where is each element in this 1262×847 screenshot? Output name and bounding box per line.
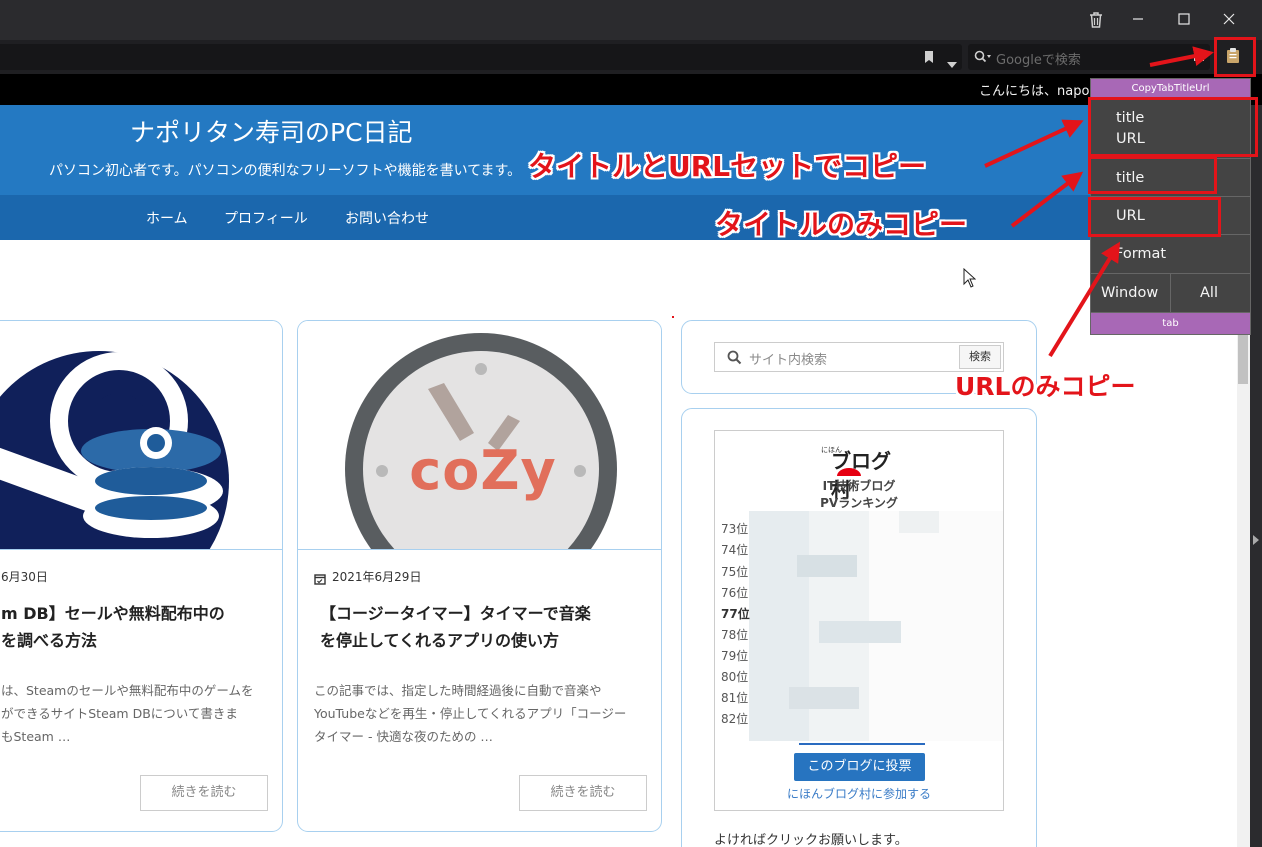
post-excerpt-line: タイマー - 快適な夜のための … [314, 729, 493, 744]
browser-search-box[interactable]: Googleで検索 [968, 44, 1210, 70]
copy-format-option[interactable]: Format [1091, 235, 1250, 274]
rank-label: 73位 [721, 522, 749, 536]
greeting-text: こんにちは、napor [979, 84, 1095, 99]
annotation-title-only: タイトルのみコピー [715, 208, 968, 241]
calendar-icon [314, 570, 326, 589]
widget-title: IT技術ブログ [822, 479, 896, 493]
copy-window-option[interactable]: Window [1091, 274, 1171, 313]
trash-icon[interactable] [1084, 8, 1108, 32]
post-title-line: を調べる方法 [1, 631, 98, 650]
post-excerpt-line: この記事では、指定した時間経過後に自動で音楽や [314, 683, 602, 698]
post-title-line: を停止してくれるアプリの使い方 [320, 631, 560, 650]
dropdown-arrow-icon[interactable] [947, 53, 957, 72]
option-label: Window [1101, 285, 1159, 301]
nav-home[interactable]: ホーム [146, 208, 188, 228]
option-label: All [1200, 285, 1218, 301]
post-thumbnail[interactable]: coZy [298, 321, 661, 550]
widget-subtitle: PVランキング [820, 496, 898, 510]
rank-label: 81位 [721, 691, 749, 705]
rank-label: 74位 [721, 543, 749, 557]
site-title[interactable]: ナポリタン寿司のPC日記 [130, 113, 413, 149]
post-thumbnail[interactable] [0, 321, 282, 550]
rank-label: 82位 [721, 712, 749, 726]
post-title[interactable]: 【コージータイマー】タイマーで音楽 を停止してくれるアプリの使い方 [320, 600, 591, 654]
browser-titlebar [0, 0, 1262, 40]
highlight-extension-icon [1214, 37, 1256, 77]
nav-contact[interactable]: お問い合わせ [345, 208, 429, 228]
post-excerpt-line: YouTubeなどを再生・停止してくれるアプリ「コージー [314, 706, 627, 721]
post-date: 2021年6月29日 [332, 570, 422, 584]
popup-footer: tab [1091, 313, 1250, 334]
steam-logo-image [0, 321, 282, 549]
extension-puzzle-icon[interactable] [1192, 48, 1206, 67]
sidebar-edge [1250, 105, 1262, 847]
post-excerpt-line: もSteam … [1, 729, 71, 744]
post-date: 6月30日 [1, 570, 48, 584]
highlight-title-only [1088, 156, 1217, 194]
mouse-cursor-icon [963, 267, 977, 292]
maximize-icon[interactable] [1172, 8, 1196, 32]
post-excerpt: は、Steamのセールや無料配布中のゲームを ができるサイトSteam DBにつ… [1, 679, 254, 748]
blog-village-ranking: にほん ブログ村 IT技術ブログ PVランキング 73位 74位 75位 76位… [714, 430, 1004, 811]
copy-all-option[interactable]: All [1171, 274, 1250, 313]
cozy-logo-text: coZy [409, 439, 557, 502]
bookmark-icon[interactable] [924, 49, 934, 68]
search-engine-icon [974, 50, 991, 63]
post-title[interactable]: m DB】セールや無料配布中の を調べる方法 [1, 600, 225, 654]
search-icon [727, 350, 742, 365]
post-card-cozy-timer[interactable]: coZy 2021年6月29日 【コージータイマー】タイマーで音楽 を停止してく… [297, 320, 662, 832]
post-excerpt-line: ができるサイトSteam DBについて書きま [1, 706, 238, 721]
search-placeholder: Googleで検索 [996, 53, 1081, 68]
expand-arrow-icon[interactable] [1253, 535, 1259, 545]
site-search-placeholder: サイト内検索 [749, 353, 828, 368]
site-search-button[interactable]: 検索 [959, 345, 1001, 369]
read-more-button[interactable]: 続きを読む [519, 775, 647, 811]
option-label: Format [1115, 246, 1167, 262]
rank-label: 76位 [721, 586, 749, 600]
post-card-steam[interactable]: 6月30日 m DB】セールや無料配布中の を調べる方法 は、Steamのセール… [0, 320, 283, 832]
post-title-line: 【コージータイマー】タイマーで音楽 [320, 604, 591, 623]
blog-village-logo[interactable]: にほん ブログ村 [819, 441, 909, 502]
rank-label: 75位 [721, 565, 749, 579]
annotation-url-only: URLのみコピー [955, 372, 1136, 401]
ranking-divider [799, 743, 925, 745]
red-dot [672, 316, 674, 318]
post-excerpt: この記事では、指定した時間経過後に自動で音楽や YouTubeなどを再生・停止し… [314, 679, 626, 748]
join-blog-village-link[interactable]: にほんブログ村に参加する [715, 785, 1003, 802]
address-bar[interactable] [0, 44, 962, 70]
rank-label: 79位 [721, 649, 749, 663]
cozy-clock-image [298, 321, 661, 549]
ranking-blur-area [749, 511, 1003, 741]
blog-village-sun-icon [837, 468, 861, 476]
site-description: パソコン初心者です。パソコンの便利なフリーソフトや機能を書いてます。 [49, 163, 522, 179]
read-more-button[interactable]: 続きを読む [140, 775, 268, 811]
rank-label: 77位 [721, 607, 750, 621]
annotation-title-url: タイトルとURLセットでコピー [528, 150, 927, 183]
post-title-line: m DB】セールや無料配布中の [1, 604, 225, 623]
rank-label: 78位 [721, 628, 749, 642]
highlight-title-url [1088, 97, 1258, 157]
sidebar-footer-text: よければクリックお願いします。 [714, 833, 908, 847]
highlight-url-only [1088, 197, 1221, 237]
minimize-icon[interactable] [1126, 8, 1150, 32]
vote-button[interactable]: このブログに投票 [794, 753, 925, 781]
post-excerpt-line: は、Steamのセールや無料配布中のゲームを [1, 683, 254, 698]
close-icon[interactable] [1217, 8, 1241, 32]
rank-label: 80位 [721, 670, 749, 684]
popup-header: CopyTabTitleUrl [1091, 79, 1250, 98]
nav-profile[interactable]: プロフィール [224, 208, 308, 228]
